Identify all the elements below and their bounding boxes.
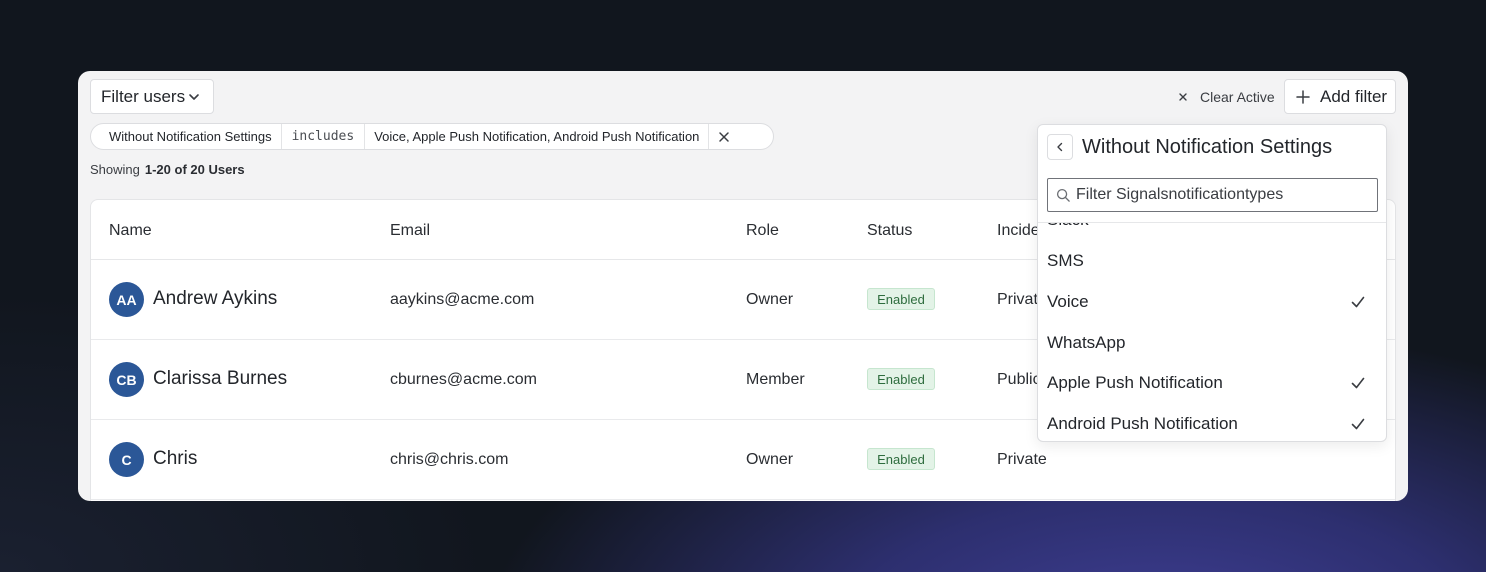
avatar: AA xyxy=(109,282,144,317)
search-icon xyxy=(1056,188,1070,202)
close-icon xyxy=(1179,93,1187,101)
column-header-incident[interactable]: Incide xyxy=(997,222,1040,240)
chevron-left-icon xyxy=(1057,142,1063,152)
user-email: cburnes@acme.com xyxy=(390,371,537,388)
user-role: Owner xyxy=(746,451,794,468)
add-filter-label: Add filter xyxy=(1320,86,1388,106)
user-name[interactable]: Andrew Aykins xyxy=(153,288,277,310)
search-placeholder: Filter Signalsnotificationtypes xyxy=(1076,186,1284,203)
check-icon xyxy=(1351,296,1365,308)
user-incident: Public xyxy=(997,371,1041,388)
option-voice[interactable]: Voice xyxy=(1038,282,1386,322)
filter-field[interactable]: Without Notification Settings xyxy=(91,124,282,149)
option-apple-push[interactable]: Apple Push Notification xyxy=(1038,363,1386,403)
avatar: C xyxy=(109,442,144,477)
option-sms[interactable]: SMS xyxy=(1038,241,1386,281)
plus-icon xyxy=(1296,89,1310,104)
showing-label: Showing xyxy=(90,162,140,177)
filter-users-dropdown[interactable]: Filter users xyxy=(90,79,214,114)
results-summary: Showing 1-20 of 20 Users xyxy=(90,162,245,177)
check-icon xyxy=(1351,377,1365,389)
user-role: Owner xyxy=(746,291,794,308)
column-header-email[interactable]: Email xyxy=(390,222,430,240)
filter-search-input[interactable]: Filter Signalsnotificationtypes xyxy=(1047,178,1378,212)
filter-value[interactable]: Voice, Apple Push Notification, Android … xyxy=(365,124,710,149)
status-badge: Enabled xyxy=(867,448,935,470)
chevron-down-icon xyxy=(189,94,199,100)
remove-filter-button[interactable] xyxy=(709,124,738,149)
user-incident: Privat xyxy=(997,291,1038,308)
user-name[interactable]: Clarissa Burnes xyxy=(153,368,287,390)
user-email: aaykins@acme.com xyxy=(390,291,535,308)
option-label: Apple Push Notification xyxy=(1047,373,1223,392)
close-icon xyxy=(719,131,730,142)
options-list: Slack SMS Voice WhatsApp Apple Push Noti… xyxy=(1038,222,1386,441)
option-android-push[interactable]: Android Push Notification xyxy=(1038,404,1386,441)
filter-users-label: Filter users xyxy=(101,86,186,106)
clear-active-label: Clear Active xyxy=(1200,89,1275,105)
option-label: Voice xyxy=(1047,292,1089,311)
results-range: 1-20 of 20 Users xyxy=(144,162,245,177)
user-role: Member xyxy=(746,371,805,388)
user-email: chris@chris.com xyxy=(390,451,509,468)
user-name[interactable]: Chris xyxy=(153,448,197,470)
user-incident: Private xyxy=(997,451,1047,468)
add-filter-button[interactable]: Add filter xyxy=(1284,79,1396,114)
filter-operator[interactable]: includes xyxy=(282,124,366,149)
column-header-name[interactable]: Name xyxy=(109,222,152,240)
option-label: WhatsApp xyxy=(1047,333,1126,352)
option-label: Slack xyxy=(1047,223,1089,230)
popover-title: Without Notification Settings xyxy=(1082,136,1333,158)
option-label: SMS xyxy=(1047,251,1084,270)
status-badge: Enabled xyxy=(867,368,935,390)
column-header-role[interactable]: Role xyxy=(746,222,779,240)
check-icon xyxy=(1351,418,1365,430)
option-slack[interactable]: Slack xyxy=(1038,223,1386,240)
avatar: CB xyxy=(109,362,144,397)
filter-options-popover: Without Notification Settings Filter Sig… xyxy=(1037,124,1387,442)
option-whatsapp[interactable]: WhatsApp xyxy=(1038,323,1386,363)
status-badge: Enabled xyxy=(867,288,935,310)
option-label: Android Push Notification xyxy=(1047,414,1238,433)
back-button[interactable] xyxy=(1047,134,1073,160)
clear-active-button[interactable]: Clear Active xyxy=(1178,87,1275,107)
active-filter-chip[interactable]: Without Notification Settings includes V… xyxy=(90,123,774,150)
column-header-status[interactable]: Status xyxy=(867,222,912,240)
